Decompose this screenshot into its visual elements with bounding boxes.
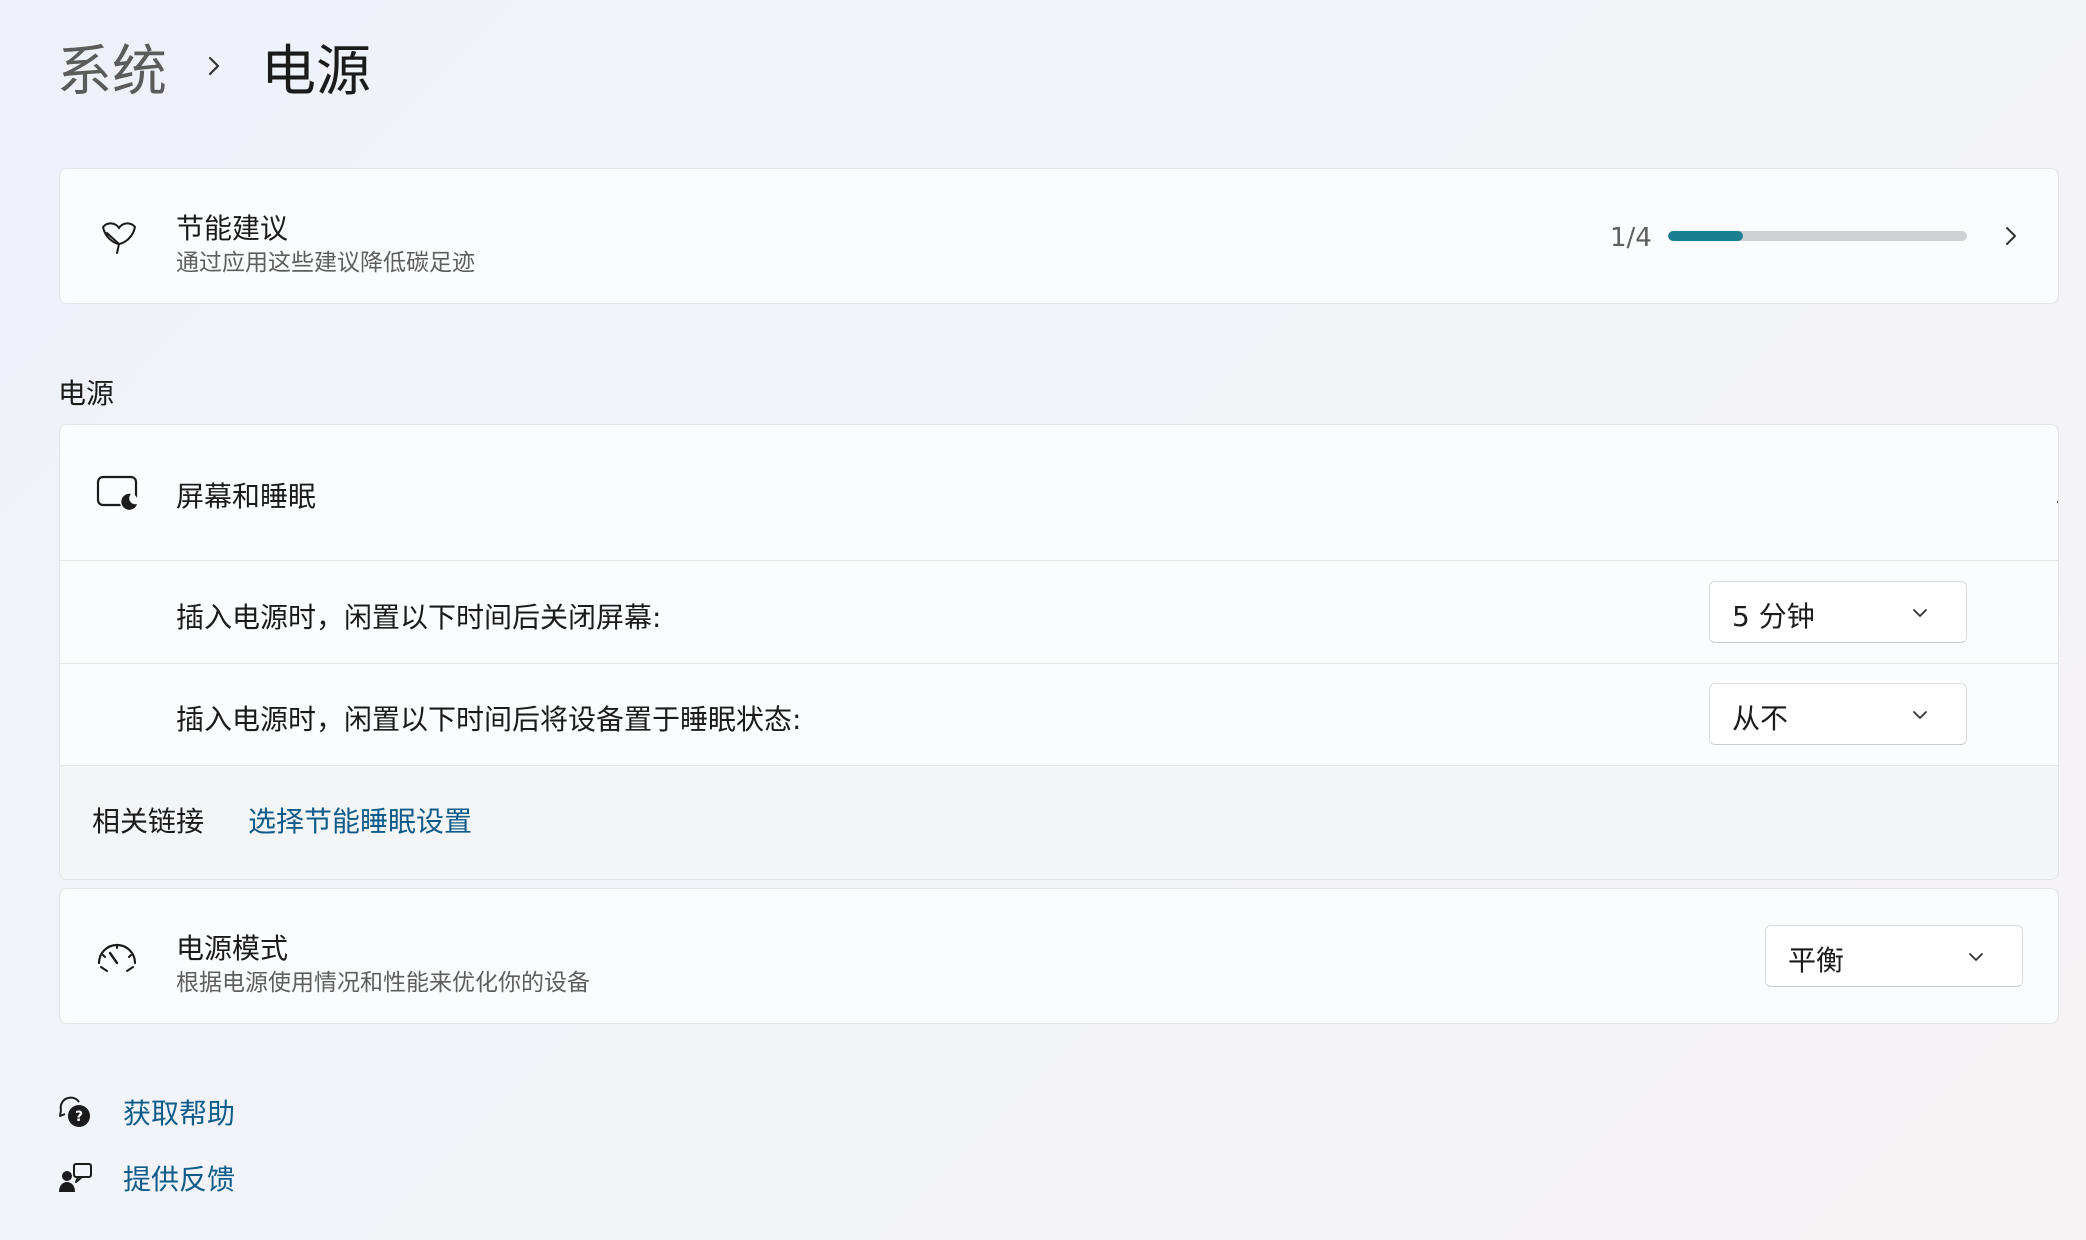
gauge-icon <box>97 943 137 972</box>
screen-sleep-icon <box>96 475 138 511</box>
feedback-icon <box>59 1163 92 1192</box>
chevron-right-icon[interactable] <box>1998 223 2024 249</box>
progress-fill <box>1668 231 1743 241</box>
related-links-label: 相关链接 <box>92 805 205 838</box>
breadcrumb: 系统 电源 <box>57 28 371 104</box>
chevron-right-icon <box>208 56 220 76</box>
page-title: 电源 <box>261 39 372 103</box>
screen-off-value: 5 分钟 <box>1732 600 1815 633</box>
screen-off-dropdown[interactable]: 5 分钟 <box>1709 581 1967 643</box>
chevron-down-icon <box>1913 609 1927 617</box>
progress-count: 1/4 <box>1610 223 1652 253</box>
sleep-value: 从不 <box>1732 702 1789 735</box>
give-feedback-text: 提供反馈 <box>123 1163 236 1196</box>
chevron-up-icon[interactable] <box>2054 485 2059 511</box>
power-mode-dropdown[interactable]: 平衡 <box>1765 925 2023 987</box>
chevron-down-icon <box>1969 953 1983 961</box>
power-mode-subtitle: 根据电源使用情况和性能来优化你的设备 <box>176 970 590 996</box>
get-help-link[interactable]: ? 获取帮助 <box>57 1092 235 1132</box>
chevron-down-icon <box>1913 711 1927 719</box>
sleep-dropdown[interactable]: 从不 <box>1709 683 1967 745</box>
progress-bar <box>1668 231 1967 241</box>
energy-title: 节能建议 <box>176 212 289 245</box>
energy-saving-sleep-link[interactable]: 选择节能睡眠设置 <box>248 800 472 840</box>
get-help-text: 获取帮助 <box>123 1097 236 1130</box>
screen-sleep-header[interactable]: 屏幕和睡眠 <box>60 425 2058 561</box>
svg-text:?: ? <box>75 1109 83 1125</box>
energy-subtitle: 通过应用这些建议降低碳足迹 <box>176 250 475 276</box>
screen-off-label: 插入电源时，闲置以下时间后关闭屏幕: <box>176 601 662 634</box>
energy-recommendations-card[interactable]: 节能建议 通过应用这些建议降低碳足迹 1/4 <box>59 168 2059 304</box>
sleep-label: 插入电源时，闲置以下时间后将设备置于睡眠状态: <box>176 703 802 736</box>
section-label-power: 电源 <box>58 377 115 410</box>
give-feedback-link[interactable]: 提供反馈 <box>57 1158 235 1198</box>
power-mode-title: 电源模式 <box>176 932 289 965</box>
screen-sleep-title: 屏幕和睡眠 <box>176 480 317 513</box>
screen-off-row: 插入电源时，闲置以下时间后关闭屏幕: 5 分钟 <box>60 562 2058 664</box>
power-mode-value: 平衡 <box>1788 944 1845 977</box>
help-chat-icon: ? <box>59 1096 90 1127</box>
sleep-row: 插入电源时，闲置以下时间后将设备置于睡眠状态: 从不 <box>60 664 2058 766</box>
breadcrumb-parent[interactable]: 系统 <box>57 26 167 106</box>
power-mode-card: 电源模式 根据电源使用情况和性能来优化你的设备 平衡 <box>59 888 2059 1024</box>
leaf-icon <box>101 222 137 254</box>
